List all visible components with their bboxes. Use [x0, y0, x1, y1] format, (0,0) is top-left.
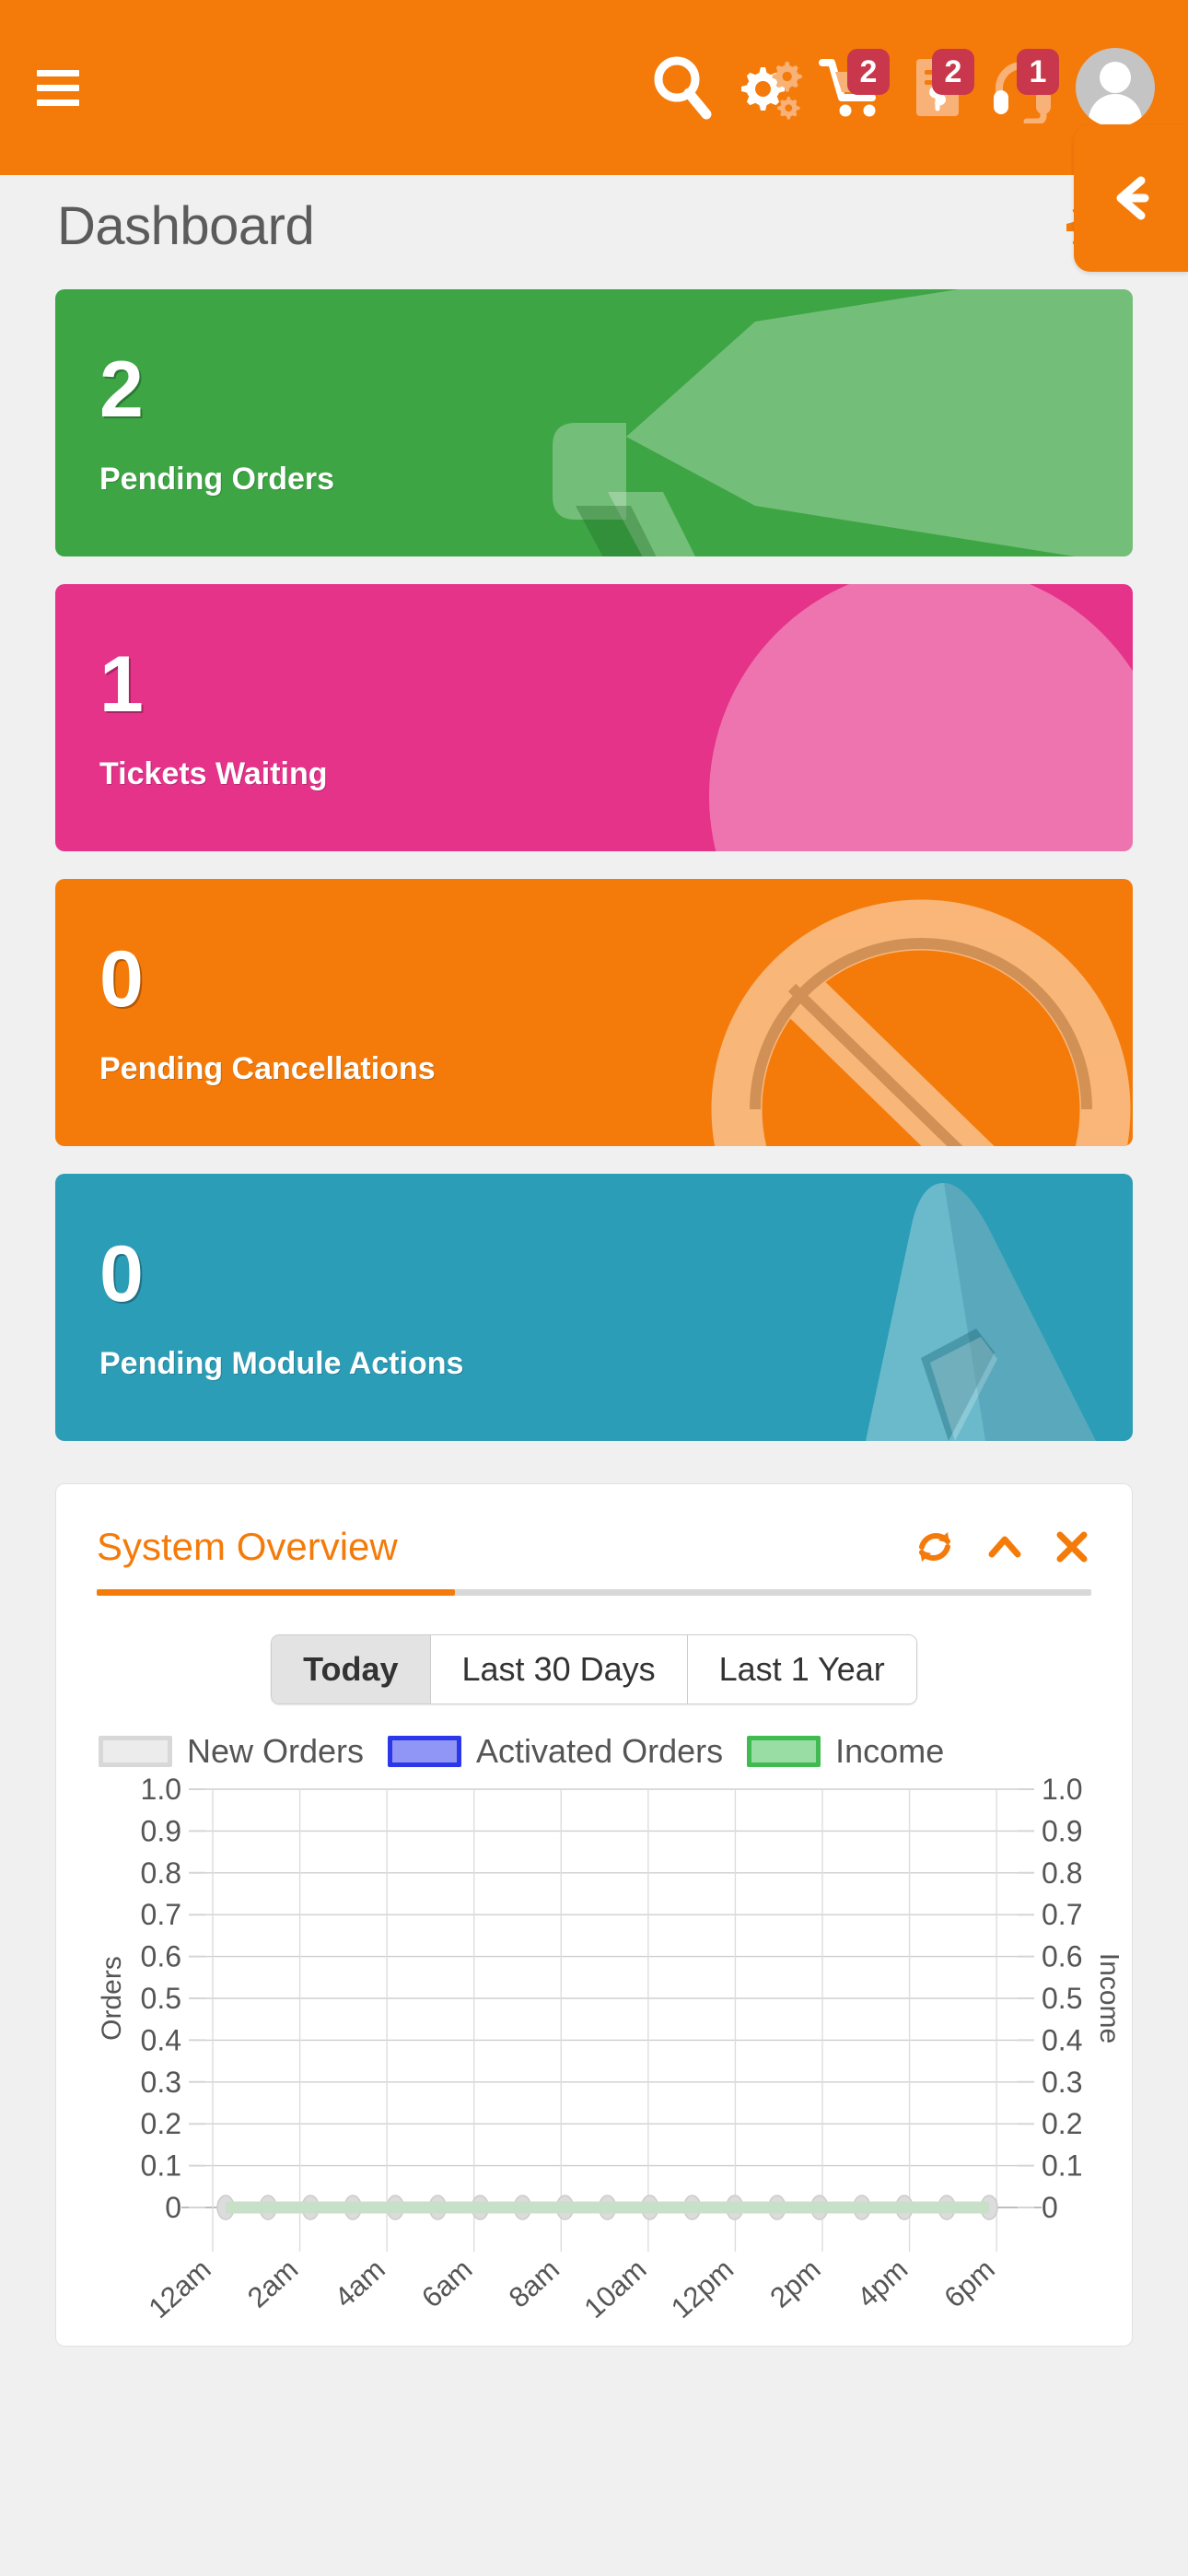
y-axis-tick-label: 0.6 — [141, 1940, 181, 1973]
hamburger-bar — [37, 84, 79, 91]
panel-tools — [913, 1525, 1091, 1569]
legend-label: Activated Orders — [476, 1732, 724, 1770]
y2-axis-tick-label: 0.6 — [1042, 1940, 1082, 1973]
avatar[interactable] — [1076, 48, 1155, 127]
chart-legend: New Orders Activated Orders Income — [97, 1732, 1091, 1771]
legend-swatch-new-orders — [99, 1736, 172, 1767]
x-axis-tick-label: 6pm — [938, 2253, 1001, 2313]
circle-icon — [55, 584, 1133, 851]
system-overview-panel: System Overview Today Last 30 Days Last … — [55, 1483, 1133, 2347]
y2-axis-tick-label: 0.1 — [1042, 2149, 1082, 2183]
legend-swatch-income — [747, 1736, 821, 1767]
y-axis-tick-label: 0.2 — [141, 2107, 181, 2140]
y2-axis-tick-label: 0.8 — [1042, 1856, 1082, 1890]
support-badge: 1 — [1017, 49, 1059, 95]
stat-label: Pending Cancellations — [99, 1051, 436, 1086]
avatar-body — [1089, 94, 1142, 127]
stat-value: 1 — [99, 640, 144, 729]
legend-swatch-activated-orders — [388, 1736, 462, 1767]
ban-icon — [55, 879, 1133, 1146]
stat-card-pending-orders[interactable]: 2 Pending Orders — [55, 289, 1133, 556]
panel-title: System Overview — [97, 1525, 398, 1568]
legend-item-income[interactable]: Income — [747, 1732, 944, 1771]
support-headset-icon[interactable]: 1 — [980, 43, 1065, 132]
page-header: Dashboard — [0, 124, 1188, 276]
x-axis-tick-label: 10am — [577, 2253, 652, 2324]
y2-axis-tick-label: 0 — [1042, 2191, 1058, 2224]
stat-value: 2 — [99, 345, 144, 434]
y-axis-tick-label: 1.0 — [141, 1774, 181, 1806]
y-axis-tick-label: 0.3 — [141, 2066, 181, 2099]
y2-axis-title: Income — [1094, 1953, 1119, 2043]
y-axis-tick-label: 0.9 — [141, 1814, 181, 1847]
stat-label: Pending Orders — [99, 462, 335, 497]
y2-axis-tick-label: 0.3 — [1042, 2066, 1082, 2099]
y2-axis-tick-label: 1.0 — [1042, 1774, 1082, 1806]
refresh-icon[interactable] — [913, 1525, 957, 1569]
rocket-icon — [55, 1174, 1133, 1441]
tab-last-30-days[interactable]: Last 30 Days — [430, 1634, 688, 1704]
invoice-badge: 2 — [932, 49, 974, 95]
x-axis-tick-label: 12pm — [665, 2253, 740, 2324]
y-axis-tick-label: 0 — [165, 2191, 181, 2224]
y2-axis-tick-label: 0.5 — [1042, 1982, 1082, 2015]
tab-last-1-year[interactable]: Last 1 Year — [687, 1634, 917, 1704]
back-button[interactable] — [1074, 124, 1188, 272]
y2-axis-tick-label: 0.9 — [1042, 1814, 1082, 1847]
panel-underline — [97, 1589, 1091, 1596]
stat-card-list: 2 Pending Orders 1 Tickets Waiting 0 Pen… — [0, 276, 1188, 1441]
stat-card-pending-cancellations[interactable]: 0 Pending Cancellations — [55, 879, 1133, 1146]
stat-label: Pending Module Actions — [99, 1346, 464, 1381]
hamburger-menu-icon[interactable] — [37, 66, 79, 109]
page-title: Dashboard — [57, 195, 315, 256]
x-axis-tick-label: 12am — [143, 2253, 217, 2324]
x-axis-tick-label: 2pm — [763, 2253, 826, 2313]
cart-badge: 2 — [847, 49, 890, 95]
legend-label: Income — [835, 1732, 945, 1770]
x-axis-tick-label: 6am — [415, 2253, 478, 2313]
panel-header: System Overview — [97, 1525, 1091, 1589]
arrow-left-icon — [1116, 176, 1149, 220]
tab-group: Today Last 30 Days Last 1 Year — [271, 1634, 917, 1704]
stat-card-pending-module-actions[interactable]: 0 Pending Module Actions — [55, 1174, 1133, 1441]
y-axis-tick-label: 0.4 — [141, 2023, 181, 2056]
close-icon[interactable] — [1053, 1528, 1091, 1566]
cart-icon[interactable]: 2 — [810, 43, 895, 132]
x-axis-tick-label: 4am — [329, 2253, 391, 2313]
x-axis-tick-label: 8am — [503, 2253, 565, 2313]
y-axis-tick-label: 0.5 — [141, 1982, 181, 2015]
legend-label: New Orders — [187, 1732, 365, 1770]
collapse-chevron-up-icon[interactable] — [984, 1527, 1025, 1567]
stat-label: Tickets Waiting — [99, 756, 328, 791]
tab-today[interactable]: Today — [271, 1634, 431, 1704]
x-axis-tick-label: 4pm — [851, 2253, 914, 2313]
y2-axis-tick-label: 0.7 — [1042, 1898, 1082, 1931]
y-axis-title: Orders — [97, 1956, 127, 2041]
y2-axis-tick-label: 0.2 — [1042, 2107, 1082, 2140]
legend-item-new-orders[interactable]: New Orders — [99, 1732, 364, 1771]
stat-value: 0 — [99, 935, 144, 1024]
system-overview-chart[interactable]: 1.0 1.0 0.9 0.9 0.8 0.8 0.7 0.7 0.6 0.6 0.5 0.5 0.4 0… — [97, 1774, 1119, 2346]
hamburger-bar — [37, 69, 79, 76]
top-navigation-bar: 2 2 1 — [0, 0, 1188, 175]
y2-axis-tick-label: 0.4 — [1042, 2023, 1082, 2056]
hamburger-bar — [37, 99, 79, 106]
megaphone-icon — [55, 289, 1133, 556]
search-icon[interactable] — [641, 43, 726, 132]
y-axis-tick-label: 0.8 — [141, 1856, 181, 1890]
gears-icon[interactable] — [726, 43, 810, 132]
top-bar-actions: 2 2 1 — [641, 43, 1155, 132]
y-axis-tick-label: 0.7 — [141, 1898, 181, 1931]
date-range-tabs: Today Last 30 Days Last 1 Year — [97, 1634, 1091, 1704]
x-axis-tick-label: 2am — [241, 2253, 304, 2313]
avatar-head — [1100, 62, 1131, 93]
invoice-icon[interactable]: 2 — [895, 43, 980, 132]
legend-item-activated-orders[interactable]: Activated Orders — [388, 1732, 723, 1771]
stat-card-tickets-waiting[interactable]: 1 Tickets Waiting — [55, 584, 1133, 851]
y-axis-tick-label: 0.1 — [141, 2149, 181, 2183]
stat-value: 0 — [99, 1230, 144, 1318]
